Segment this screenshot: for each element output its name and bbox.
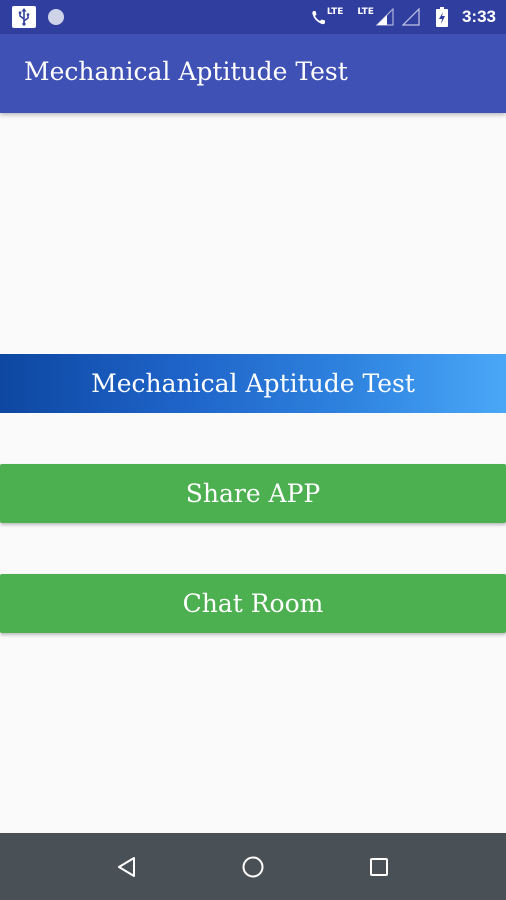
back-icon[interactable] (111, 851, 143, 883)
app-screen: LTE LTE 3:33 Mechanical Aptitude Test Me… (0, 0, 506, 900)
chat-room-button[interactable]: Chat Room (0, 574, 506, 633)
volte-call-icon (311, 8, 327, 26)
app-title: Mechanical Aptitude Test (24, 57, 348, 86)
chat-room-button-label: Chat Room (182, 589, 324, 618)
mechanical-aptitude-test-button-label: Mechanical Aptitude Test (91, 369, 415, 398)
mechanical-aptitude-test-button[interactable]: Mechanical Aptitude Test (0, 354, 506, 413)
app-bar: Mechanical Aptitude Test (0, 34, 506, 113)
share-app-button[interactable]: Share APP (0, 464, 506, 523)
usb-icon (12, 6, 36, 28)
share-app-button-label: Share APP (185, 479, 321, 508)
recent-apps-icon[interactable] (363, 851, 395, 883)
navigation-bar (0, 833, 506, 900)
network-type-label-2: LTE (357, 7, 374, 17)
battery-charging-icon (435, 7, 448, 27)
signal-icon (375, 8, 394, 26)
notification-dot-icon (48, 9, 64, 25)
home-icon[interactable] (237, 851, 269, 883)
network-type-label-1: LTE (326, 7, 344, 17)
status-bar: LTE LTE 3:33 (0, 0, 506, 34)
status-time: 3:33 (461, 7, 496, 26)
signal-empty-icon (401, 8, 420, 26)
